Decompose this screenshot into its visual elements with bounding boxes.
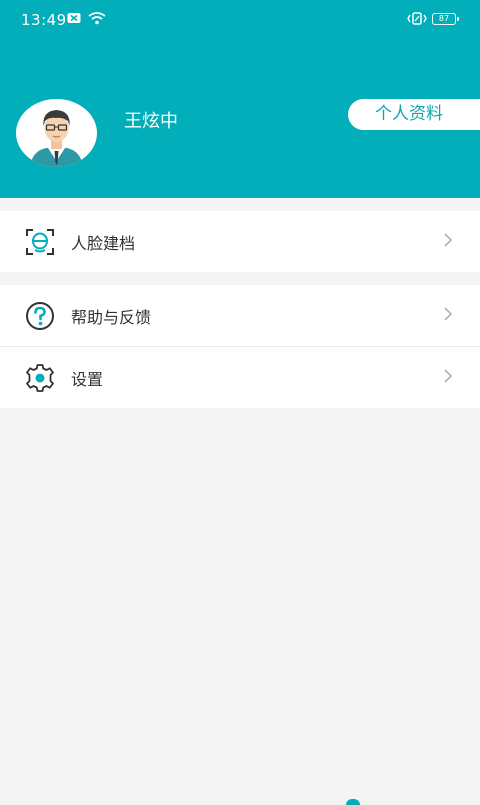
menu-item-settings[interactable]: 设置 — [0, 346, 480, 408]
menu-item-help-feedback[interactable]: 帮助与反馈 — [0, 285, 480, 346]
menu-item-face-archive[interactable]: 人脸建档 — [0, 211, 480, 272]
status-time: 13:49 — [21, 11, 67, 29]
settings-card: 帮助与反馈 设置 — [0, 285, 480, 408]
menu-item-label: 帮助与反馈 — [71, 307, 152, 327]
profile-button[interactable]: 个人资料 — [348, 99, 480, 130]
settings-gear-icon — [24, 362, 56, 394]
status-bar: 13:49 87 — [0, 0, 480, 40]
menu-item-label: 设置 — [71, 369, 104, 389]
battery-icon: 87 — [432, 13, 459, 25]
menu-item-label: 人脸建档 — [71, 233, 136, 253]
chevron-right-icon — [443, 306, 453, 326]
vibrate-icon — [407, 12, 427, 29]
wifi-icon — [88, 12, 106, 29]
avatar[interactable] — [16, 99, 97, 167]
chevron-right-icon — [443, 368, 453, 388]
chevron-right-icon — [443, 232, 453, 252]
face-archive-card: 人脸建档 — [0, 211, 480, 272]
user-name: 王炫中 — [124, 111, 178, 132]
bottom-nav-indicator — [346, 799, 360, 805]
profile-header: 13:49 87 王炫中 个人资料 — [0, 0, 480, 198]
help-icon — [24, 300, 56, 332]
notification-icon — [67, 12, 81, 28]
face-scan-icon — [24, 226, 56, 258]
